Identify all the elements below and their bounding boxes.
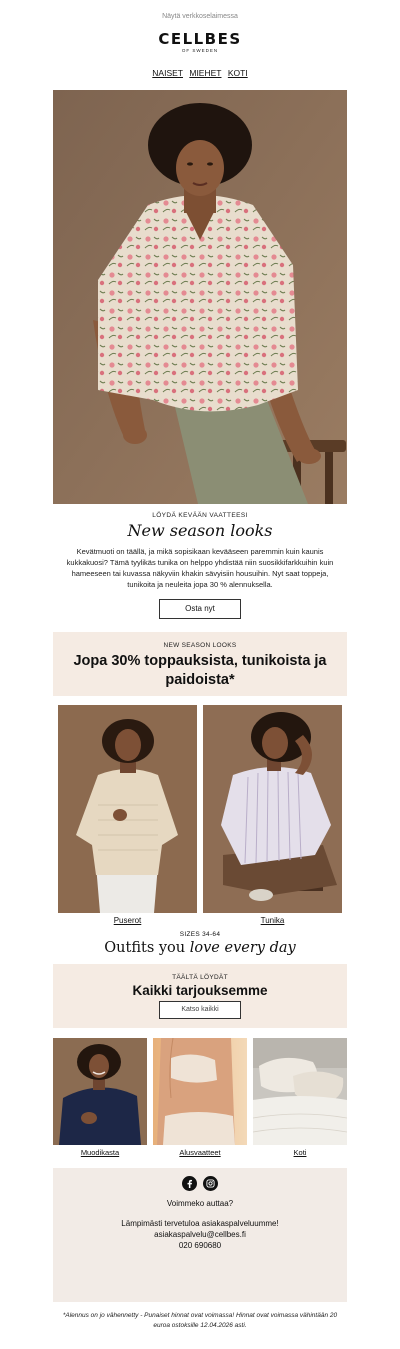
category-card-koti[interactable]: Koti — [253, 1038, 347, 1157]
offers-title: Kaikki tarjouksemme — [132, 983, 268, 998]
email-page: Näytä verkkoselaimessa CELLBES OF SWEDEN… — [0, 0, 400, 1349]
facebook-glyph — [187, 1179, 193, 1188]
muodikasta-photo-illustration — [53, 1038, 147, 1145]
hero-image[interactable] — [53, 90, 347, 504]
view-in-browser-link[interactable]: Näytä verkkoselaimessa — [0, 0, 400, 30]
koti-photo-illustration — [253, 1038, 347, 1145]
tunika-image[interactable] — [203, 705, 342, 913]
intro-text: Kevätmuoti on täällä, ja mikä sopisikaan… — [66, 547, 334, 589]
promo-banner[interactable]: NEW SEASON LOOKS Jopa 30% toppauksista, … — [53, 632, 347, 696]
muodikasta-image[interactable] — [53, 1038, 147, 1145]
category-link-alusvaatteet[interactable]: Alusvaatteet — [153, 1148, 247, 1157]
promo-title: Jopa 30% toppauksista, tunikoista ja pai… — [73, 653, 327, 688]
brand-tagline: OF SWEDEN — [181, 48, 219, 53]
see-all-button[interactable]: Katso kaikki — [159, 1001, 241, 1019]
social-links — [53, 1176, 347, 1191]
intro-title: New season looks — [127, 521, 273, 540]
category-link-koti[interactable]: Koti — [253, 1148, 347, 1157]
puserot-image[interactable] — [58, 705, 197, 913]
email-link[interactable]: asiakaspalvelu@cellbes.fi — [53, 1229, 347, 1240]
product-card-tunika[interactable]: Tunika — [203, 705, 342, 925]
instagram-icon[interactable] — [203, 1176, 218, 1191]
instagram-glyph — [206, 1179, 215, 1188]
sizes-section: SIZES 34-64 Outfits you love every day — [0, 931, 400, 956]
nav-link-miehet[interactable]: MIEHET — [189, 68, 221, 78]
puserot-photo-illustration — [58, 705, 197, 913]
product-duo: Puserot Tunika — [53, 705, 347, 925]
phone-number[interactable]: 020 690680 — [53, 1240, 347, 1251]
disclaimer-text: *Alennus on jo vähennetty - Punaiset hin… — [62, 1312, 338, 1329]
welcome-text: Lämpimästi tervetuloa asiakaspalveluumme… — [121, 1219, 279, 1228]
outfits-title-italic: love every day — [189, 940, 296, 956]
offers-banner: TÄÄLTÄ LÖYDÄT Kaikki tarjouksemme Katso … — [53, 964, 347, 1028]
hero-photo-illustration — [53, 90, 347, 504]
category-link-muodikasta[interactable]: Muodikasta — [53, 1148, 147, 1157]
promo-eyebrow: NEW SEASON LOOKS — [163, 642, 237, 649]
outfits-title: Outfits you love every day — [0, 940, 400, 956]
outfits-title-plain: Outfits you — [104, 940, 190, 956]
intro-section: LÖYDÄ KEVÄÄN VAATTEESI New season looks … — [53, 504, 347, 619]
category-trio: Muodikasta Alusvaatteet Koti — [53, 1038, 347, 1157]
sizes-eyebrow: SIZES 34-64 — [179, 931, 221, 938]
koti-image[interactable] — [253, 1038, 347, 1145]
alusvaatteet-image[interactable] — [153, 1038, 247, 1145]
category-link-tunika[interactable]: Tunika — [203, 916, 342, 925]
product-card-puserot[interactable]: Puserot — [58, 705, 197, 925]
brand-name: CELLBES — [158, 30, 242, 48]
shop-now-button[interactable]: Osta nyt — [159, 599, 241, 619]
brand-logo[interactable]: CELLBES OF SWEDEN — [0, 30, 400, 66]
tunika-photo-illustration — [203, 705, 342, 913]
facebook-icon[interactable] — [182, 1176, 197, 1191]
category-card-muodikasta[interactable]: Muodikasta — [53, 1038, 147, 1157]
offers-eyebrow: TÄÄLTÄ LÖYDÄT — [172, 974, 228, 981]
category-link-puserot[interactable]: Puserot — [58, 916, 197, 925]
nav-link-koti[interactable]: KOTI — [228, 68, 248, 78]
nav-link-naiset[interactable]: NAISET — [152, 68, 183, 78]
help-heading: Voimmeko auttaa? — [166, 1199, 234, 1208]
customer-service-footer: Voimmeko auttaa? Lämpimästi tervetuloa a… — [53, 1168, 347, 1302]
intro-eyebrow: LÖYDÄ KEVÄÄN VAATTEESI — [152, 512, 248, 519]
contact-info: Lämpimästi tervetuloa asiakaspalveluumme… — [53, 1218, 347, 1251]
top-nav: NAISET MIEHET KOTI — [0, 66, 400, 90]
alusvaatteet-photo-illustration — [153, 1038, 247, 1145]
category-card-alusvaatteet[interactable]: Alusvaatteet — [153, 1038, 247, 1157]
